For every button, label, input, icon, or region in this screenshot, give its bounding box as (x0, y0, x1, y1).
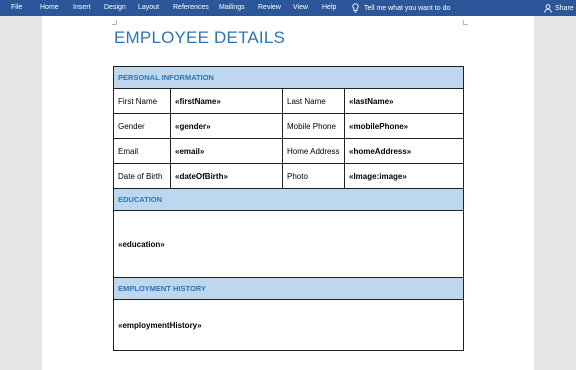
lightbulb-icon (352, 3, 359, 13)
employee-details-table: PERSONAL INFORMATION First Name «firstNa… (112, 66, 465, 351)
merge-field-education[interactable]: «education» (112, 210, 465, 278)
table-row: Gender «gender» Mobile Phone «mobilePhon… (113, 113, 465, 139)
share-button[interactable]: Share (544, 0, 574, 16)
menu-review[interactable]: Review (258, 0, 281, 16)
merge-field-employment-history[interactable]: «employmentHistory» (112, 299, 465, 351)
table-row: First Name «firstName» Last Name «lastNa… (113, 88, 465, 114)
section-education: EDUCATION (112, 188, 465, 211)
menu-help[interactable]: Help (322, 0, 336, 16)
table-row: Email «email» Home Address «homeAddress» (113, 138, 465, 164)
merge-field-first-name[interactable]: «firstName» (170, 88, 283, 114)
merge-field-image[interactable]: «Image:image» (343, 163, 465, 189)
table-row: «employmentHistory» (112, 299, 465, 351)
person-icon (544, 3, 552, 13)
menu-layout[interactable]: Layout (138, 0, 159, 16)
label-mobile-phone: Mobile Phone (282, 113, 345, 139)
section-header-row: PERSONAL INFORMATION (112, 66, 465, 89)
menu-home[interactable]: Home (40, 0, 59, 16)
section-header-row: EMPLOYMENT HISTORY (112, 277, 465, 300)
menu-mailings[interactable]: Mailings (219, 0, 245, 16)
merge-field-gender[interactable]: «gender» (170, 113, 283, 139)
merge-field-mobile-phone[interactable]: «mobilePhone» (343, 113, 465, 139)
label-date-of-birth: Date of Birth (113, 163, 171, 189)
document-title: EMPLOYEE DETAILS (114, 28, 286, 47)
menu-insert[interactable]: Insert (73, 0, 91, 16)
menu-references[interactable]: References (173, 0, 209, 16)
merge-field-last-name[interactable]: «lastName» (343, 88, 465, 114)
label-gender: Gender (113, 113, 171, 139)
margin-corner-mark (112, 20, 117, 25)
tell-me-label: Tell me what you want to do (364, 4, 451, 12)
section-header-row: EDUCATION (112, 188, 465, 211)
ribbon-menu-bar: File Home Insert Design Layout Reference… (0, 0, 576, 16)
label-photo: Photo (282, 163, 345, 189)
section-employment-history: EMPLOYMENT HISTORY (112, 277, 465, 300)
merge-field-date-of-birth[interactable]: «dateOfBirth» (170, 163, 283, 189)
menu-view[interactable]: View (293, 0, 308, 16)
share-label: Share (555, 4, 574, 12)
label-last-name: Last Name (282, 88, 345, 114)
menu-file[interactable]: File (11, 0, 22, 16)
section-personal-information: PERSONAL INFORMATION (112, 66, 465, 89)
label-home-address: Home Address (282, 138, 345, 164)
menu-design[interactable]: Design (104, 0, 126, 16)
label-first-name: First Name (113, 88, 171, 114)
table-row: «education» (112, 210, 465, 278)
table-row: Date of Birth «dateOfBirth» Photo «Image… (113, 163, 465, 189)
margin-corner-mark (463, 20, 468, 25)
merge-field-home-address[interactable]: «homeAddress» (343, 138, 465, 164)
document-page[interactable]: EMPLOYEE DETAILS PERSONAL INFORMATION Fi… (42, 16, 534, 370)
label-email: Email (113, 138, 171, 164)
tell-me-search[interactable]: Tell me what you want to do (352, 0, 450, 16)
merge-field-email[interactable]: «email» (170, 138, 283, 164)
